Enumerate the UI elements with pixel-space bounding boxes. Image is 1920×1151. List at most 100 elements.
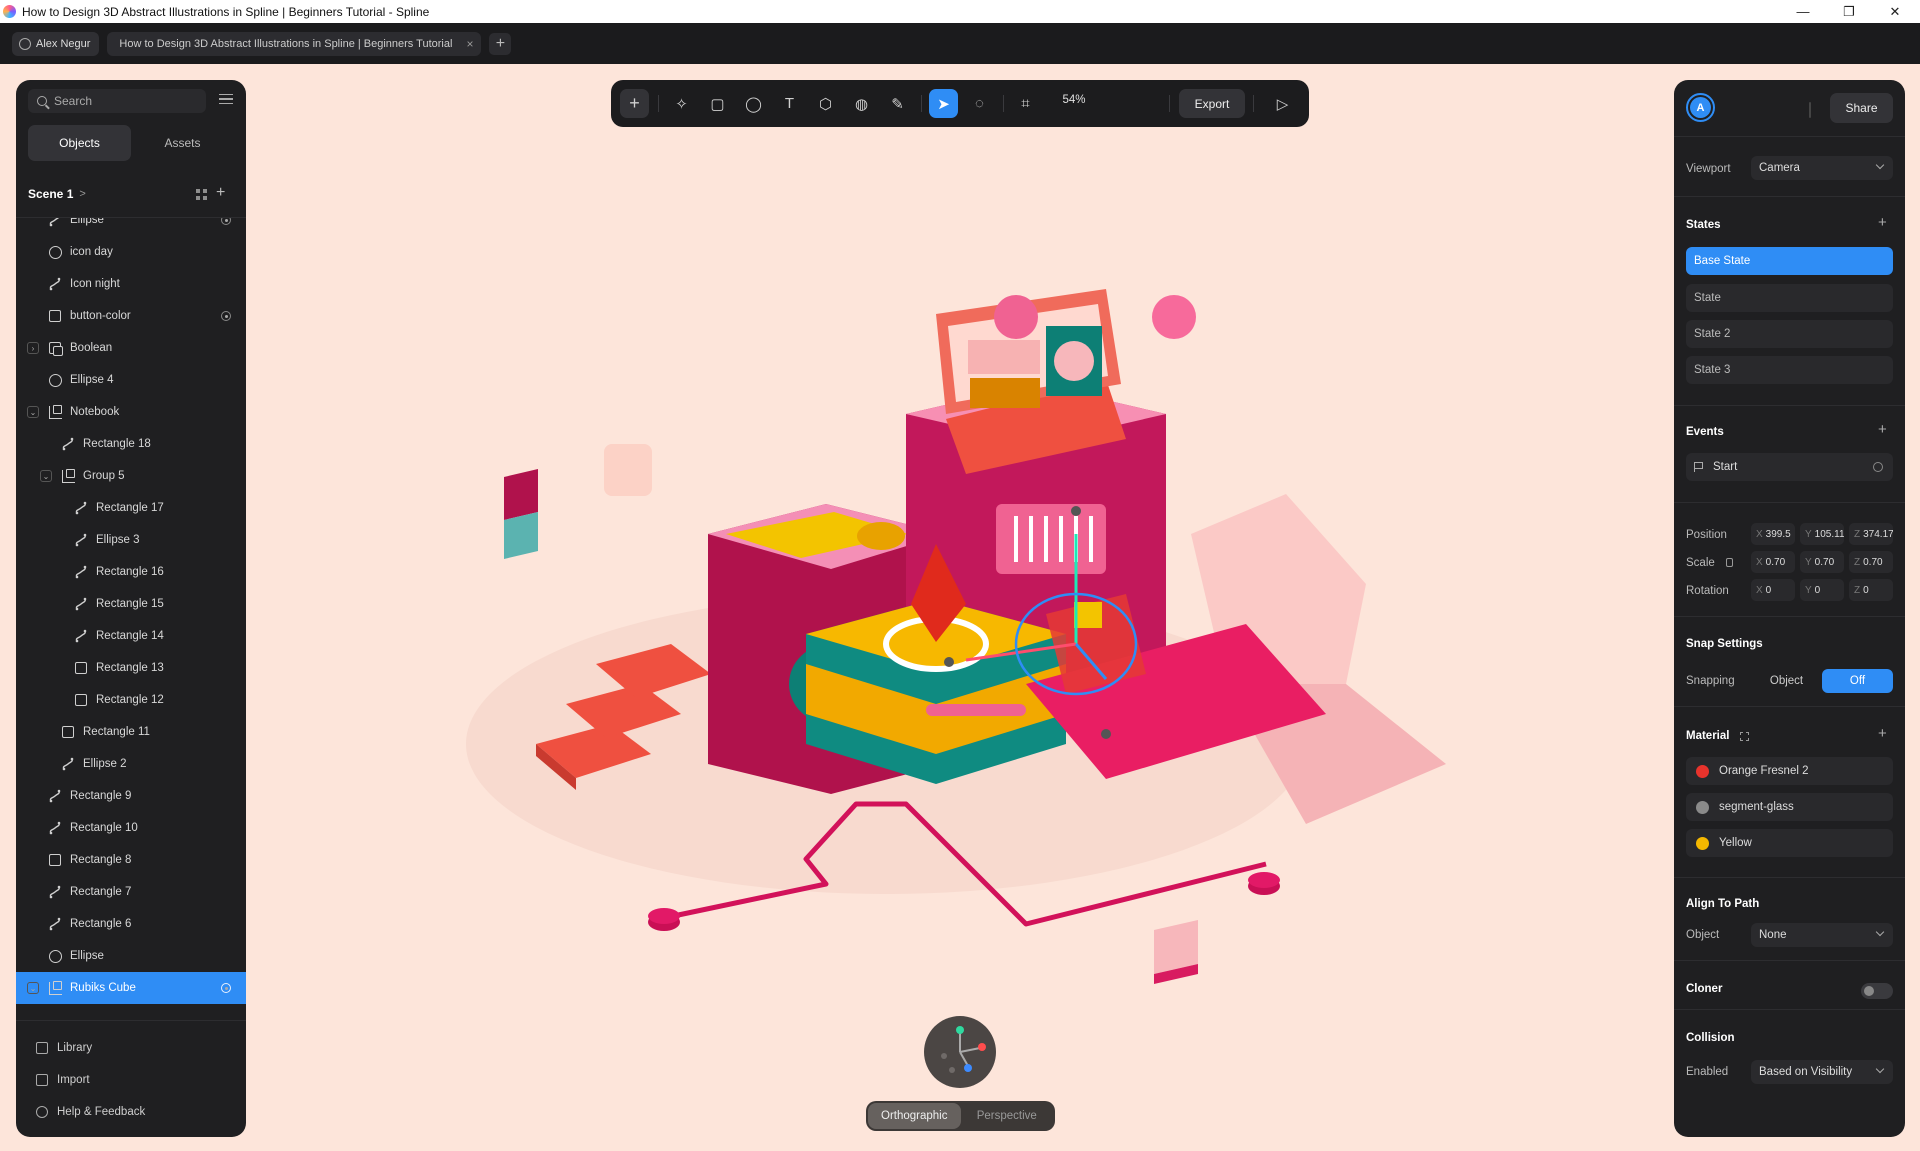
tree-item[interactable]: Rectangle 12 [16, 684, 246, 716]
chevron-right-icon[interactable]: › [27, 342, 39, 354]
close-tab-icon[interactable]: × [466, 37, 473, 51]
pen-tool-icon[interactable]: ✎ [883, 89, 912, 118]
scale-z-field[interactable]: Z 0.70 [1849, 551, 1893, 573]
tree-item[interactable]: › Boolean [16, 332, 246, 364]
close-window-button[interactable]: ✕ [1872, 0, 1918, 23]
tree-item[interactable]: Rectangle 13 [16, 652, 246, 684]
chevron-down-icon[interactable]: ⌄ [27, 982, 39, 994]
viewport-canvas[interactable] [246, 64, 1674, 1151]
frame-tool-icon[interactable]: ⌗ [1011, 89, 1040, 118]
text-tool-icon[interactable]: T [775, 89, 804, 118]
snap-object-option[interactable]: Object [1751, 669, 1822, 693]
tab-objects[interactable]: Objects [28, 125, 131, 161]
visibility-icon[interactable] [221, 218, 231, 225]
tree-item[interactable]: Ellipse [16, 940, 246, 972]
cube-tool-icon[interactable]: ⬡ [811, 89, 840, 118]
scene-selector[interactable]: Scene 1 > + [28, 184, 234, 204]
rotation-y-field[interactable]: Y0 [1800, 579, 1844, 601]
material-row[interactable]: Yellow [1686, 829, 1893, 857]
lock-icon[interactable] [1726, 558, 1733, 567]
hamburger-menu-icon[interactable] [219, 94, 233, 104]
tree-item[interactable]: ⌄ Notebook [16, 396, 246, 428]
state-1[interactable]: State [1686, 284, 1893, 312]
sparkle-tool-icon[interactable]: ✧ [667, 89, 696, 118]
position-z-field[interactable]: Z 374.17 [1849, 523, 1893, 545]
select-tool-icon[interactable]: ➤ [929, 89, 958, 118]
chevron-down-icon[interactable]: ⌄ [40, 470, 52, 482]
tree-item[interactable]: ⌄ Group 5 [16, 460, 246, 492]
import-link[interactable]: Import [36, 1070, 90, 1090]
chevron-down-icon[interactable]: ⌄ [27, 406, 39, 418]
tree-item[interactable]: icon day [16, 236, 246, 268]
rotation-x-field[interactable]: X0 [1751, 579, 1795, 601]
tree-item[interactable]: Rectangle 11 [16, 716, 246, 748]
tree-item-label: Rectangle 10 [70, 822, 138, 834]
tree-item[interactable]: Rectangle 16 [16, 556, 246, 588]
help-feedback-link[interactable]: Help & Feedback [36, 1102, 145, 1122]
tree-item[interactable]: Icon night [16, 268, 246, 300]
zoom-level[interactable]: 54% [1049, 94, 1099, 106]
align-object-select[interactable]: None [1751, 923, 1893, 947]
collision-select[interactable]: Based on Visibility [1751, 1060, 1893, 1084]
add-event-button[interactable]: + [1878, 421, 1887, 438]
rotation-z-field[interactable]: Z0 [1849, 579, 1893, 601]
export-button[interactable]: Export [1179, 89, 1245, 118]
scale-x-field[interactable]: X 0.70 [1751, 551, 1795, 573]
add-state-button[interactable]: + [1878, 214, 1887, 231]
search-placeholder: Search [54, 94, 93, 108]
grid-view-icon[interactable] [196, 189, 207, 200]
tree-item[interactable]: Ellipse [16, 218, 246, 236]
tree-item[interactable]: button-color [16, 300, 246, 332]
material-row[interactable]: Orange Fresnel 2 [1686, 757, 1893, 785]
document-tab[interactable]: How to Design 3D Abstract Illustrations … [107, 31, 482, 56]
add-material-button[interactable]: + [1878, 725, 1887, 742]
orthographic-option[interactable]: Orthographic [868, 1103, 961, 1129]
sphere-tool-icon[interactable]: ◍ [847, 89, 876, 118]
tree-item[interactable]: Rectangle 9 [16, 780, 246, 812]
library-link[interactable]: Library [36, 1038, 92, 1058]
state-base[interactable]: Base State [1686, 247, 1893, 275]
tree-item[interactable]: Ellipse 2 [16, 748, 246, 780]
tree-item[interactable]: Rectangle 15 [16, 588, 246, 620]
tree-item[interactable]: ⌄ Rubiks Cube [16, 972, 246, 1004]
tree-item[interactable]: Rectangle 18 [16, 428, 246, 460]
search-input[interactable]: Search [28, 89, 206, 113]
position-x-field[interactable]: X 399.5 [1751, 523, 1795, 545]
user-account-button[interactable]: Alex Negur [12, 31, 100, 56]
play-button[interactable]: ▷ [1268, 89, 1297, 118]
state-2[interactable]: State 2 [1686, 320, 1893, 348]
snap-off-option[interactable]: Off [1822, 669, 1893, 693]
comment-tool-icon[interactable]: ◌ [965, 89, 994, 118]
event-settings-icon[interactable] [1873, 462, 1883, 472]
perspective-option[interactable]: Perspective [961, 1103, 1054, 1129]
event-start[interactable]: Start [1686, 453, 1893, 481]
ellipse-tool-icon[interactable]: ◯ [739, 89, 768, 118]
scale-y-field[interactable]: Y 0.70 [1800, 551, 1844, 573]
material-row[interactable]: segment-glass [1686, 793, 1893, 821]
cloner-toggle[interactable] [1861, 983, 1893, 999]
viewport-select[interactable]: Camera [1751, 156, 1893, 180]
minimize-button[interactable]: — [1780, 0, 1826, 23]
tree-item[interactable]: Rectangle 14 [16, 620, 246, 652]
orientation-gizmo[interactable] [924, 1016, 996, 1088]
add-object-button[interactable]: + [216, 184, 225, 202]
add-button[interactable]: + [620, 89, 649, 118]
maximize-button[interactable]: ❐ [1826, 0, 1872, 23]
tab-assets[interactable]: Assets [131, 125, 234, 161]
visibility-icon[interactable] [221, 311, 231, 321]
tree-item[interactable]: Rectangle 7 [16, 876, 246, 908]
add-tab-button[interactable]: + [489, 32, 512, 55]
state-3[interactable]: State 3 [1686, 356, 1893, 384]
rectangle-tool-icon[interactable]: ▢ [703, 89, 732, 118]
position-y-field[interactable]: Y 105.11 [1800, 523, 1844, 545]
tree-item[interactable]: Ellipse 3 [16, 524, 246, 556]
tree-item[interactable]: Rectangle 10 [16, 812, 246, 844]
tree-item[interactable]: Rectangle 6 [16, 908, 246, 940]
tree-item[interactable]: Rectangle 17 [16, 492, 246, 524]
tree-item[interactable]: Ellipse 4 [16, 364, 246, 396]
share-button[interactable]: Share [1830, 93, 1893, 123]
expand-icon[interactable] [1740, 732, 1749, 741]
visibility-icon[interactable] [221, 983, 231, 993]
tree-item[interactable]: Rectangle 8 [16, 844, 246, 876]
avatar[interactable]: A [1686, 93, 1715, 122]
